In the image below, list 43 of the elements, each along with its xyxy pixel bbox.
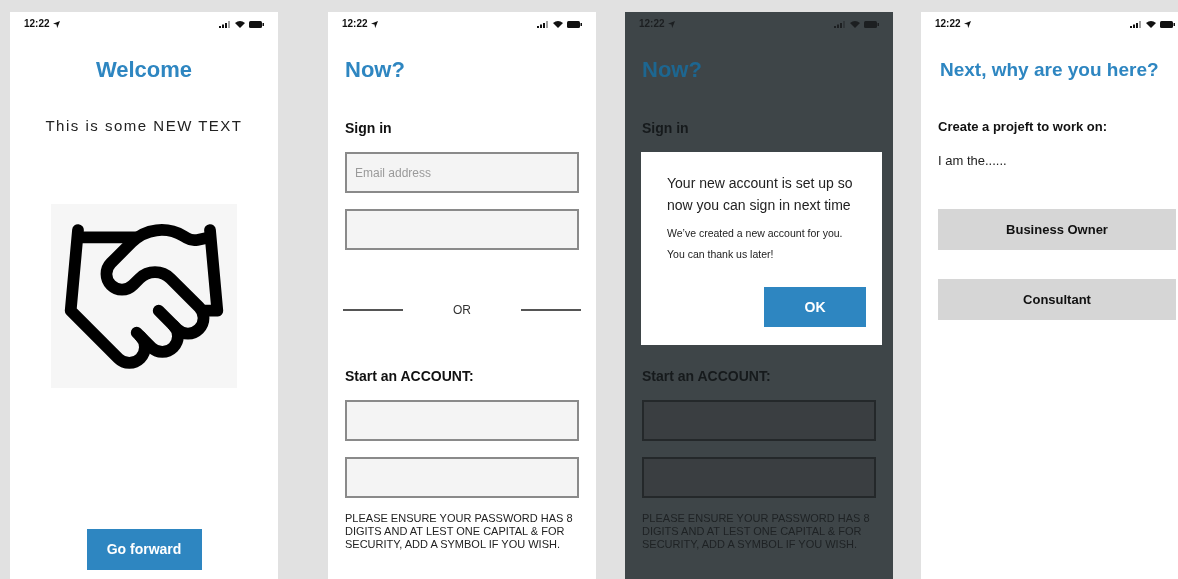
option-button[interactable]: Consultant [938, 279, 1176, 320]
screen-title: Welcome [95, 56, 193, 84]
screen-title: Now? [642, 56, 703, 84]
input-field[interactable]: Email address [345, 152, 579, 193]
battery-icon [864, 20, 879, 28]
input-field[interactable] [345, 400, 579, 441]
wifi-icon [1146, 20, 1156, 28]
wifi-icon [235, 20, 245, 28]
signal-icon [219, 20, 231, 28]
wifi-icon [553, 20, 563, 28]
password-hint: PLEASE ENSURE YOUR PASSWORD HAS 8 DIGITS AND AT LEST ONE CAPITAL & FOR SECURITY, ADD A SYMBOL IF YOU WISH. [345, 512, 574, 551]
battery-icon [567, 20, 582, 28]
dialog-message: We’ve created a new account for you. [667, 226, 844, 241]
signal-icon [1130, 20, 1142, 28]
input-field[interactable] [642, 457, 876, 498]
status-time: 12:22 [935, 19, 961, 29]
input-field[interactable] [345, 209, 579, 250]
location-arrow-icon [963, 20, 971, 28]
section-label: Sign in [345, 119, 393, 138]
location-arrow-icon [52, 20, 60, 28]
screen-title: Now? [345, 56, 406, 84]
ok-button[interactable]: OK [764, 287, 866, 327]
welcome-text: This is some NEW TEXT [45, 116, 243, 136]
lead-text: I am the...... [938, 152, 1008, 170]
status-time: 12:22 [342, 19, 368, 29]
input-field[interactable] [642, 400, 876, 441]
status-time: 12:22 [24, 19, 50, 29]
location-arrow-icon [370, 20, 378, 28]
go-forward-button[interactable]: Go forward [86, 529, 202, 570]
input-field[interactable] [345, 457, 579, 498]
battery-icon [1160, 20, 1175, 28]
dialog-title: Your new account is set up so now you can sign in next time [667, 174, 854, 215]
section-label: Start an ACCOUNT: [345, 367, 475, 386]
battery-icon [249, 20, 264, 28]
prompt-text: Create a projeft to work on: [938, 118, 1109, 136]
signal-icon [834, 20, 846, 28]
option-button[interactable]: Business Owner [938, 209, 1176, 250]
dialog-message: You can thank us later! [667, 247, 775, 262]
screen-title: Next, why are you here? [940, 58, 1160, 82]
wifi-icon [850, 20, 860, 28]
signal-icon [537, 20, 549, 28]
or-divider-text: OR [453, 302, 471, 319]
location-arrow-icon [667, 20, 675, 28]
